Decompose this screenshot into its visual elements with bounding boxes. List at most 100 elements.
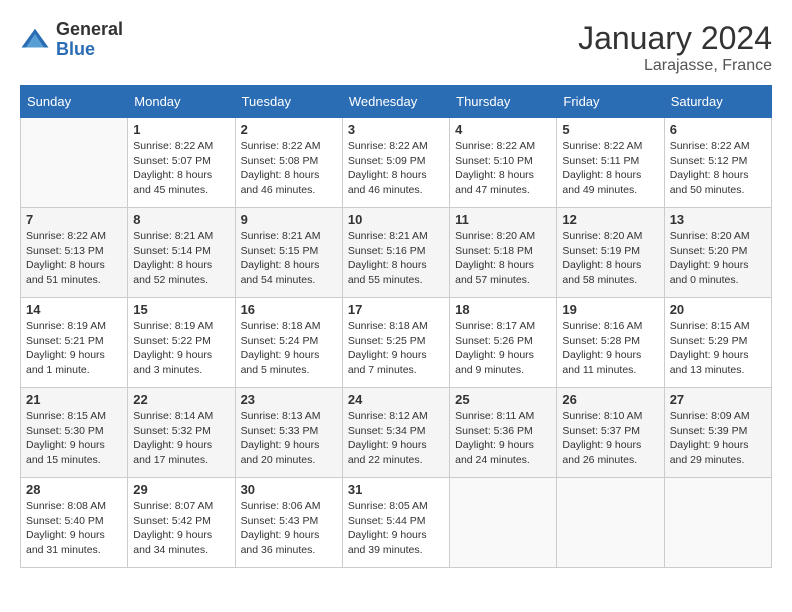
day-info: Sunrise: 8:09 AMSunset: 5:39 PMDaylight:… xyxy=(670,409,766,468)
calendar-header: SundayMondayTuesdayWednesdayThursdayFrid… xyxy=(21,86,772,118)
day-info: Sunrise: 8:07 AMSunset: 5:42 PMDaylight:… xyxy=(133,499,229,558)
calendar-cell: 3 Sunrise: 8:22 AMSunset: 5:09 PMDaylight… xyxy=(342,118,449,208)
day-number: 30 xyxy=(241,482,337,497)
week-row-4: 21Sunrise: 8:15 AMSunset: 5:30 PMDayligh… xyxy=(21,388,772,478)
day-info: Sunrise: 8:15 AMSunset: 5:29 PMDaylight:… xyxy=(670,319,766,378)
day-info: Sunrise: 8:22 AMSunset: 5:11 PMDaylight:… xyxy=(562,139,658,198)
calendar-cell: 9Sunrise: 8:21 AMSunset: 5:15 PMDaylight… xyxy=(235,208,342,298)
logo: General Blue xyxy=(20,20,123,60)
calendar-cell: 31 Sunrise: 8:05 AMSunset: 5:44 PMDayligh… xyxy=(342,478,449,568)
day-number: 16 xyxy=(241,302,337,317)
day-info: Sunrise: 8:17 AMSunset: 5:26 PMDaylight:… xyxy=(455,319,551,378)
day-number: 8 xyxy=(133,212,229,227)
week-row-3: 14Sunrise: 8:19 AMSunset: 5:21 PMDayligh… xyxy=(21,298,772,388)
calendar-cell: 1Sunrise: 8:22 AMSunset: 5:07 PMDaylight… xyxy=(128,118,235,208)
day-info: Sunrise: 8:14 AMSunset: 5:32 PMDaylight:… xyxy=(133,409,229,468)
day-info: Sunrise: 8:22 AMSunset: 5:13 PMDaylight:… xyxy=(26,229,122,288)
day-info: Sunrise: 8:22 AMSunset: 5:12 PMDaylight:… xyxy=(670,139,766,198)
day-info: Sunrise: 8:18 AMSunset: 5:25 PMDaylight:… xyxy=(348,319,444,378)
calendar-cell: 4 Sunrise: 8:22 AMSunset: 5:10 PMDaylight… xyxy=(450,118,557,208)
day-info: Sunrise: 8:10 AMSunset: 5:37 PMDaylight:… xyxy=(562,409,658,468)
day-header-thursday: Thursday xyxy=(450,86,557,118)
day-info: Sunrise: 8:19 AMSunset: 5:21 PMDaylight:… xyxy=(26,319,122,378)
day-number: 21 xyxy=(26,392,122,407)
day-info: Sunrise: 8:21 AMSunset: 5:15 PMDaylight:… xyxy=(241,229,337,288)
day-info: Sunrise: 8:08 AMSunset: 5:40 PMDaylight:… xyxy=(26,499,122,558)
calendar-cell: 29 Sunrise: 8:07 AMSunset: 5:42 PMDayligh… xyxy=(128,478,235,568)
day-number: 24 xyxy=(348,392,444,407)
day-number: 4 xyxy=(455,122,551,137)
day-number: 13 xyxy=(670,212,766,227)
calendar-cell: 18 Sunrise: 8:17 AMSunset: 5:26 PMDayligh… xyxy=(450,298,557,388)
day-number: 26 xyxy=(562,392,658,407)
calendar-cell: 21Sunrise: 8:15 AMSunset: 5:30 PMDayligh… xyxy=(21,388,128,478)
day-number: 28 xyxy=(26,482,122,497)
calendar-cell xyxy=(557,478,664,568)
calendar-cell: 8Sunrise: 8:21 AMSunset: 5:14 PMDaylight… xyxy=(128,208,235,298)
title-area: January 2024 Larajasse, France xyxy=(578,20,772,75)
day-number: 25 xyxy=(455,392,551,407)
calendar-cell: 14Sunrise: 8:19 AMSunset: 5:21 PMDayligh… xyxy=(21,298,128,388)
day-header-saturday: Saturday xyxy=(664,86,771,118)
calendar-cell: 24 Sunrise: 8:12 AMSunset: 5:34 PMDayligh… xyxy=(342,388,449,478)
logo-icon xyxy=(20,25,50,55)
header: General Blue January 2024 Larajasse, Fra… xyxy=(20,20,772,75)
day-number: 23 xyxy=(241,392,337,407)
day-header-wednesday: Wednesday xyxy=(342,86,449,118)
week-row-2: 7 Sunrise: 8:22 AMSunset: 5:13 PMDaylight… xyxy=(21,208,772,298)
day-number: 10 xyxy=(348,212,444,227)
day-number: 3 xyxy=(348,122,444,137)
day-header-tuesday: Tuesday xyxy=(235,86,342,118)
day-number: 15 xyxy=(133,302,229,317)
day-info: Sunrise: 8:18 AMSunset: 5:24 PMDaylight:… xyxy=(241,319,337,378)
calendar-cell: 12 Sunrise: 8:20 AMSunset: 5:19 PMDayligh… xyxy=(557,208,664,298)
day-header-monday: Monday xyxy=(128,86,235,118)
calendar-cell xyxy=(664,478,771,568)
day-info: Sunrise: 8:22 AMSunset: 5:09 PMDaylight:… xyxy=(348,139,444,198)
day-number: 29 xyxy=(133,482,229,497)
day-number: 12 xyxy=(562,212,658,227)
day-header-friday: Friday xyxy=(557,86,664,118)
calendar-cell: 25Sunrise: 8:11 AMSunset: 5:36 PMDayligh… xyxy=(450,388,557,478)
day-info: Sunrise: 8:13 AMSunset: 5:33 PMDaylight:… xyxy=(241,409,337,468)
calendar-cell: 26 Sunrise: 8:10 AMSunset: 5:37 PMDayligh… xyxy=(557,388,664,478)
day-info: Sunrise: 8:05 AMSunset: 5:44 PMDaylight:… xyxy=(348,499,444,558)
subtitle: Larajasse, France xyxy=(578,57,772,75)
day-info: Sunrise: 8:16 AMSunset: 5:28 PMDaylight:… xyxy=(562,319,658,378)
calendar-cell: 13 Sunrise: 8:20 AMSunset: 5:20 PMDayligh… xyxy=(664,208,771,298)
calendar-cell: 27 Sunrise: 8:09 AMSunset: 5:39 PMDayligh… xyxy=(664,388,771,478)
calendar-cell: 20Sunrise: 8:15 AMSunset: 5:29 PMDayligh… xyxy=(664,298,771,388)
week-row-1: 1Sunrise: 8:22 AMSunset: 5:07 PMDaylight… xyxy=(21,118,772,208)
day-info: Sunrise: 8:20 AMSunset: 5:20 PMDaylight:… xyxy=(670,229,766,288)
day-info: Sunrise: 8:20 AMSunset: 5:18 PMDaylight:… xyxy=(455,229,551,288)
header-row: SundayMondayTuesdayWednesdayThursdayFrid… xyxy=(21,86,772,118)
calendar-cell: 28 Sunrise: 8:08 AMSunset: 5:40 PMDayligh… xyxy=(21,478,128,568)
calendar-cell: 23 Sunrise: 8:13 AMSunset: 5:33 PMDayligh… xyxy=(235,388,342,478)
day-info: Sunrise: 8:19 AMSunset: 5:22 PMDaylight:… xyxy=(133,319,229,378)
calendar-body: 1Sunrise: 8:22 AMSunset: 5:07 PMDaylight… xyxy=(21,118,772,568)
week-row-5: 28 Sunrise: 8:08 AMSunset: 5:40 PMDayligh… xyxy=(21,478,772,568)
calendar-cell: 19 Sunrise: 8:16 AMSunset: 5:28 PMDayligh… xyxy=(557,298,664,388)
day-number: 31 xyxy=(348,482,444,497)
calendar-cell: 30Sunrise: 8:06 AMSunset: 5:43 PMDayligh… xyxy=(235,478,342,568)
logo-text-blue: Blue xyxy=(56,40,123,60)
day-info: Sunrise: 8:12 AMSunset: 5:34 PMDaylight:… xyxy=(348,409,444,468)
day-number: 18 xyxy=(455,302,551,317)
calendar-cell: 15 Sunrise: 8:19 AMSunset: 5:22 PMDayligh… xyxy=(128,298,235,388)
day-number: 5 xyxy=(562,122,658,137)
day-info: Sunrise: 8:22 AMSunset: 5:10 PMDaylight:… xyxy=(455,139,551,198)
day-number: 27 xyxy=(670,392,766,407)
calendar-cell xyxy=(450,478,557,568)
calendar-cell: 6 Sunrise: 8:22 AMSunset: 5:12 PMDaylight… xyxy=(664,118,771,208)
day-number: 2 xyxy=(241,122,337,137)
day-number: 7 xyxy=(26,212,122,227)
day-info: Sunrise: 8:20 AMSunset: 5:19 PMDaylight:… xyxy=(562,229,658,288)
calendar-cell: 17 Sunrise: 8:18 AMSunset: 5:25 PMDayligh… xyxy=(342,298,449,388)
logo-text-general: General xyxy=(56,20,123,40)
day-number: 6 xyxy=(670,122,766,137)
calendar-cell xyxy=(21,118,128,208)
day-number: 11 xyxy=(455,212,551,227)
day-number: 22 xyxy=(133,392,229,407)
day-number: 17 xyxy=(348,302,444,317)
day-number: 19 xyxy=(562,302,658,317)
